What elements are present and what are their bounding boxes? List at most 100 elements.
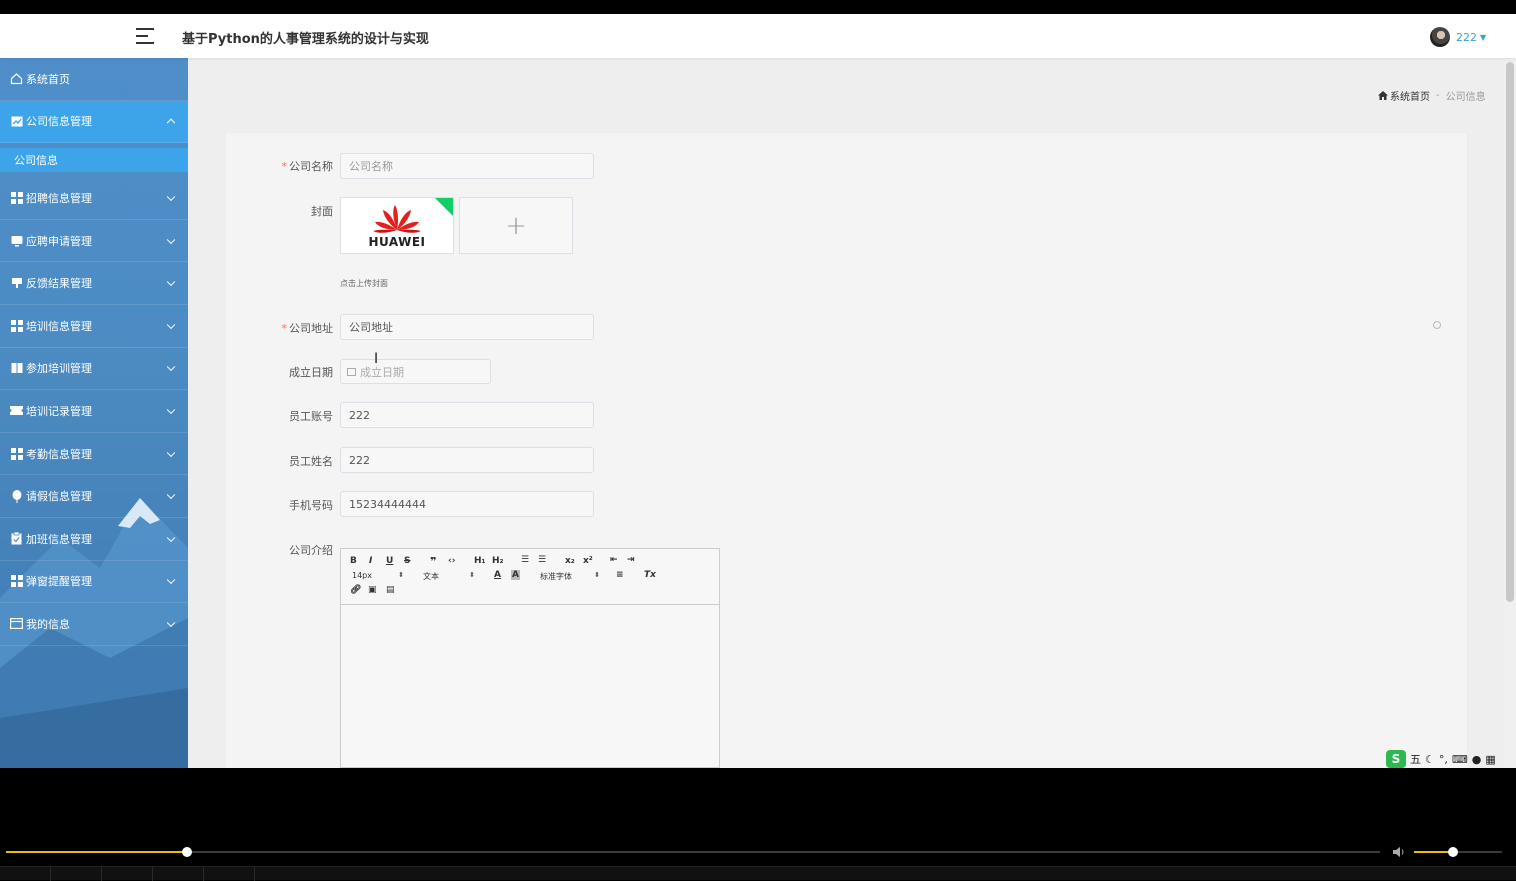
sidebar-item-home[interactable]: 系统首页 [0,58,188,101]
superscript-button[interactable]: x² [583,556,593,566]
volume-track[interactable] [1414,847,1502,857]
select-arrows-icon: ⬍ [469,571,475,579]
cover-upload-hint: 点击上传封面 [340,279,388,288]
thumb-icon [10,277,23,290]
employee-account-input[interactable] [340,402,594,428]
chart-icon [10,115,23,128]
breadcrumb-current: 公司信息 [1445,92,1486,103]
required-mark: * [281,322,288,335]
underline-button[interactable]: U [386,556,393,566]
ordered-list-icon[interactable]: ☰ [521,555,529,565]
video-icon[interactable]: ▤ [386,585,395,595]
breadcrumb-separator: - [1436,90,1440,101]
page-scrollbar[interactable] [1504,58,1516,768]
address-input[interactable] [340,314,594,340]
bullet-list-icon[interactable]: ☰ [538,555,546,565]
player-bottom-strip [0,866,1516,881]
sidebar-item-company-info-management[interactable]: 公司信息管理 [0,100,188,144]
sidebar-item-overtime[interactable]: 加班信息管理 [0,518,188,561]
sidebar-item-recruitment[interactable]: 招聘信息管理 [0,177,188,220]
sidebar-item-label: 参加培训管理 [26,362,92,376]
sogou-ime-icon[interactable]: S [1386,750,1406,768]
select-arrows-icon: ⬍ [398,571,404,579]
sidebar-item-feedback[interactable]: 反馈结果管理 [0,262,188,305]
sidebar-item-leave[interactable]: 请假信息管理 [0,475,188,518]
ime-mode[interactable]: 五 [1410,751,1421,767]
blockquote-icon[interactable]: ❞ [430,555,436,568]
employee-name-input[interactable] [340,447,594,473]
cover-upload-button[interactable]: + [459,197,573,254]
balloon-icon [10,489,23,503]
chevron-down-icon [166,618,176,627]
sidebar-item-popup-reminder[interactable]: 弹窗提醒管理 [0,561,188,604]
chevron-down-icon [166,448,176,457]
sidebar-item-label: 我的信息 [26,617,70,631]
ticket-icon [10,404,23,417]
progress-knob[interactable] [182,847,193,857]
background-color-icon[interactable]: A [511,570,520,580]
chevron-down-icon [166,405,176,414]
cover-image-thumbnail[interactable]: HUAWEI [340,197,454,254]
keyboard-icon[interactable]: ⌨ [1452,753,1468,766]
font-size-select[interactable]: 14px ⬍ [352,571,404,580]
sidebar-item-label: 培训记录管理 [26,404,92,418]
grid-icon [10,447,23,460]
indent-icon[interactable]: ⇥ [627,555,635,565]
moon-icon[interactable]: ☾ [1425,753,1435,766]
chevron-down-icon [166,320,176,329]
editor-content-area[interactable] [341,605,719,768]
outdent-icon[interactable]: ⇤ [610,555,618,565]
subscript-button[interactable]: x₂ [565,556,575,566]
progress-track[interactable] [6,847,1380,857]
sidebar-item-training-record[interactable]: 培训记录管理 [0,390,188,433]
breadcrumb-home[interactable]: 系统首页 [1378,88,1430,103]
h1-button[interactable]: H₁ [474,556,485,566]
user-icon[interactable]: ● [1472,753,1482,766]
h2-button[interactable]: H₂ [492,556,503,566]
upload-success-corner [435,198,453,216]
code-icon[interactable]: ‹› [448,556,455,566]
chevron-down-icon [166,575,176,585]
founded-date-picker[interactable]: 成立日期 [340,359,491,384]
progress-fill [6,851,188,853]
sidebar-item-training-info[interactable]: 培训信息管理 [0,305,188,348]
font-family-select[interactable]: 标准字体 ⬍ [540,571,600,582]
sidebar-item-training-join[interactable]: 参加培训管理 [0,348,188,391]
sidebar-item-application[interactable]: 应聘申请管理 [0,220,188,263]
strike-button[interactable]: S [404,556,410,566]
punctuation-icon[interactable]: °, [1439,753,1448,766]
sidebar-item-label: 加班信息管理 [26,532,92,546]
svg-text:HUAWEI: HUAWEI [368,235,425,249]
apps-icon[interactable]: ▦ [1485,753,1495,766]
browser-viewport: 基于Python的人事管理系统的设计与实现 222 ▼ 系统首页 公司信息管理 [0,14,1516,768]
align-icon[interactable]: ≡ [616,570,624,580]
link-icon[interactable]: 🔗︎ [350,585,361,595]
user-menu[interactable]: 222 ▼ [1430,26,1486,48]
avatar [1430,27,1450,47]
text-color-icon[interactable]: A [494,570,501,580]
chevron-down-icon [166,192,176,202]
sidebar-item-label: 系统首页 [26,72,70,86]
volume-icon[interactable] [1392,845,1406,859]
phone-input[interactable] [340,491,594,517]
sidebar-item-my-info[interactable]: 我的信息 [0,603,188,646]
sidebar-subitem-label: 公司信息 [14,154,58,168]
clear-format-icon[interactable]: Tx [644,570,656,580]
chevron-down-icon [166,235,176,244]
sidebar-subitem-company-info[interactable]: 公司信息 [0,148,188,173]
italic-button[interactable]: I [369,556,372,566]
volume-fill [1414,851,1453,853]
company-name-input[interactable] [340,153,594,179]
volume-knob[interactable] [1447,847,1458,857]
chevron-up-icon [166,118,176,128]
editor-toolbar: B I U S ❞ ‹› H₁ H₂ ☰ ☰ x₂ x² ⇤ ⇥ 14px ⬍ 文… [341,549,719,605]
image-icon[interactable]: ▣ [368,585,377,595]
menu-toggle-icon[interactable] [136,28,154,44]
video-player-controls [0,768,1516,881]
sidebar-item-label: 培训信息管理 [26,319,92,333]
scroll-thumb[interactable] [1506,62,1514,602]
header-select[interactable]: 文本 ⬍ [423,571,475,582]
sidebar-item-attendance[interactable]: 考勤信息管理 [0,433,188,476]
clear-icon[interactable] [1433,321,1441,329]
bold-button[interactable]: B [350,556,357,566]
